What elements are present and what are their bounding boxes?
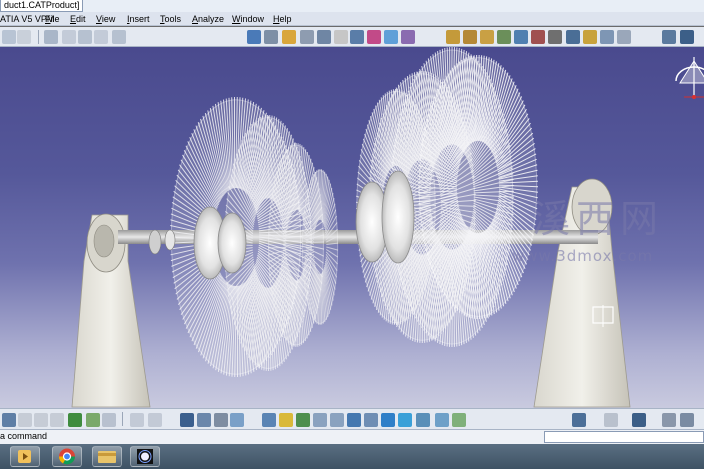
menu-file[interactable]: File [45, 13, 60, 25]
swap-space-icon[interactable] [435, 413, 449, 427]
shading-icon[interactable] [398, 413, 412, 427]
toolbar-separator [122, 412, 123, 426]
manipulation-icon[interactable] [401, 30, 415, 44]
clash-icon[interactable] [680, 30, 694, 44]
tree-collapse-icon[interactable] [214, 413, 228, 427]
select-tool-icon[interactable] [2, 30, 16, 44]
change-constraint-icon[interactable] [583, 30, 597, 44]
redo-icon[interactable] [86, 413, 100, 427]
top-toolbar [0, 27, 704, 47]
zoom-out-icon[interactable] [330, 413, 344, 427]
new-file-icon[interactable] [44, 30, 58, 44]
os-taskbar [0, 444, 704, 469]
command-prompt: a command [0, 431, 48, 441]
replace-component-icon[interactable] [317, 30, 331, 44]
contact-constraint-icon[interactable] [463, 30, 477, 44]
compass-icon[interactable] [675, 57, 704, 99]
measure-icon[interactable] [662, 30, 676, 44]
rotate-icon[interactable] [296, 413, 310, 427]
menu-view[interactable]: View [96, 13, 115, 25]
generate-numbering-icon[interactable] [350, 30, 364, 44]
3d-viewport[interactable]: 溪西网 www.3dmox.com [0, 47, 704, 408]
offset-constraint-icon[interactable] [480, 30, 494, 44]
component-icon[interactable] [264, 30, 278, 44]
menu-window[interactable]: Window [232, 13, 264, 25]
hide-show-icon[interactable] [416, 413, 430, 427]
catalog-icon[interactable] [180, 413, 194, 427]
watermark-chinese: 溪西网 [532, 197, 664, 241]
angle-constraint-icon[interactable] [497, 30, 511, 44]
whats-this-icon[interactable] [102, 413, 116, 427]
paste-icon[interactable] [50, 413, 64, 427]
menu-tools[interactable]: Tools [160, 13, 181, 25]
copy-icon[interactable] [34, 413, 48, 427]
normal-view-icon[interactable] [347, 413, 361, 427]
existing-component-icon[interactable] [300, 30, 314, 44]
quick-constraint-icon[interactable] [548, 30, 562, 44]
undo-icon[interactable] [112, 30, 126, 44]
model-canvas: 溪西网 www.3dmox.com [71, 47, 704, 408]
watermark-url: www.3dmox.com [512, 247, 653, 265]
fly-mode-icon[interactable] [2, 413, 16, 427]
capture-icon[interactable] [572, 413, 586, 427]
fast-multi-instantiation-icon[interactable] [384, 30, 398, 44]
catia-icon[interactable] [130, 446, 160, 467]
window-title: duct1.CATProduct] [0, 0, 84, 12]
part-icon[interactable] [282, 30, 296, 44]
knowledge-icon[interactable] [632, 413, 646, 427]
menu-analyze[interactable]: Analyze [192, 13, 224, 25]
multi-instantiation-icon[interactable] [367, 30, 381, 44]
bottom-toolbar [0, 408, 704, 430]
command-input[interactable] [544, 431, 704, 443]
fix-together-icon[interactable] [531, 30, 545, 44]
select-trap-icon[interactable] [17, 30, 31, 44]
menu-bar: ATIA V5 VPM File Edit View Insert Tools … [0, 12, 704, 26]
comment-icon[interactable] [148, 413, 162, 427]
menu-insert[interactable]: Insert [127, 13, 150, 25]
measure-between-icon[interactable] [662, 413, 676, 427]
product-icon[interactable] [247, 30, 261, 44]
file-explorer-icon[interactable] [92, 446, 122, 467]
left-hub-2 [217, 212, 247, 274]
fit-all-icon[interactable] [262, 413, 276, 427]
menu-edit[interactable]: Edit [70, 13, 86, 25]
apply-material-icon[interactable] [452, 413, 466, 427]
reuse-pattern-icon[interactable] [600, 30, 614, 44]
print-icon[interactable] [94, 30, 108, 44]
zoom-in-icon[interactable] [313, 413, 327, 427]
shaft-collar-2 [164, 229, 176, 251]
cut-icon[interactable] [18, 413, 32, 427]
update-icon[interactable] [617, 30, 631, 44]
iso-view-icon[interactable] [381, 413, 395, 427]
tree-expand-icon[interactable] [197, 413, 211, 427]
multi-view-icon[interactable] [364, 413, 378, 427]
media-player-icon[interactable] [10, 446, 40, 467]
chrome-icon[interactable] [52, 446, 82, 467]
undo-icon[interactable] [68, 413, 82, 427]
tree-sync-icon[interactable] [230, 413, 244, 427]
save-icon[interactable] [78, 30, 92, 44]
open-file-icon[interactable] [62, 30, 76, 44]
flexible-subassembly-icon[interactable] [566, 30, 580, 44]
title-bar: duct1.CATProduct] [0, 0, 704, 12]
toolbar-separator [38, 30, 39, 44]
menu-help[interactable]: Help [273, 13, 292, 25]
pan-icon[interactable] [279, 413, 293, 427]
coincidence-constraint-icon[interactable] [446, 30, 460, 44]
fix-component-icon[interactable] [514, 30, 528, 44]
formula-icon[interactable] [130, 413, 144, 427]
graph-tree-icon[interactable] [334, 30, 348, 44]
scene-icon[interactable] [604, 413, 618, 427]
measure-item-icon[interactable] [680, 413, 694, 427]
status-bar: a command [0, 430, 704, 444]
shaft-collar [148, 229, 162, 255]
right-hub-2 [381, 170, 415, 264]
